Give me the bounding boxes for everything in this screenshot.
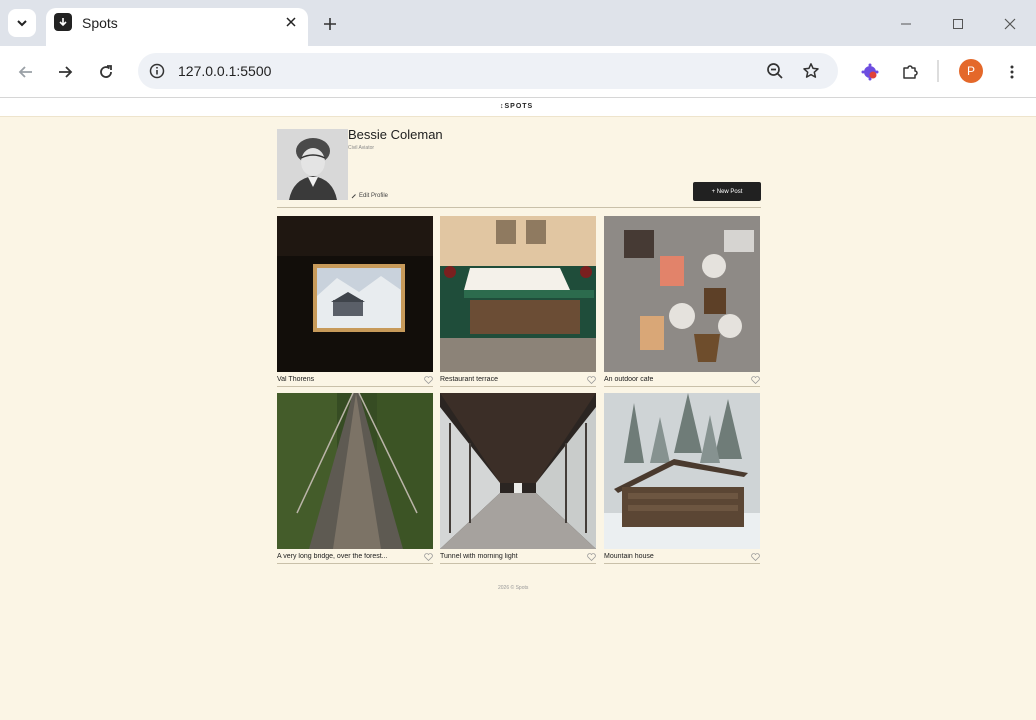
edit-profile-button[interactable]: Edit Profile: [351, 193, 388, 199]
info-icon: [149, 63, 165, 79]
profile-avatar-button[interactable]: P: [959, 59, 983, 83]
profile-name: Bessie Coleman: [348, 127, 443, 142]
card-divider: [277, 563, 433, 564]
new-post-button[interactable]: + New Post: [693, 182, 761, 201]
minimize-button[interactable]: [894, 12, 918, 36]
site-info-button[interactable]: [146, 60, 168, 82]
card-title: Val Thorens: [277, 376, 315, 383]
browser-toolbar: 127.0.0.1:5500 P: [0, 46, 1036, 98]
card-divider: [604, 386, 760, 387]
star-icon: [803, 63, 819, 78]
site-header: ↕SPOTS: [0, 99, 1036, 117]
extension-button[interactable]: [856, 58, 884, 86]
maximize-icon: [953, 19, 963, 29]
address-bar[interactable]: 127.0.0.1:5500: [138, 53, 838, 89]
arrow-right-icon: [59, 66, 73, 78]
toolbar-separator: [937, 60, 939, 82]
close-icon: [286, 17, 296, 27]
tab-close-button[interactable]: [282, 13, 300, 31]
chevron-down-icon: [17, 20, 27, 27]
card-image[interactable]: [440, 216, 596, 372]
profile-divider: [277, 207, 761, 208]
card-image[interactable]: [604, 393, 760, 549]
card-image[interactable]: [277, 393, 433, 549]
like-button[interactable]: [586, 375, 596, 385]
card-divider: [604, 563, 760, 564]
card-divider: [440, 386, 596, 387]
plus-icon: [324, 18, 336, 30]
profile-description: Civil Aviator: [348, 145, 375, 151]
like-button[interactable]: [423, 552, 433, 562]
like-button[interactable]: [750, 375, 760, 385]
site-footer: 2026 © Spots: [498, 585, 529, 591]
close-icon: [1004, 18, 1016, 30]
zoom-button[interactable]: [764, 60, 786, 82]
more-vert-icon: [1010, 65, 1014, 79]
new-tab-button[interactable]: [318, 12, 342, 36]
card-image[interactable]: [440, 393, 596, 549]
extension-badge-icon: [861, 63, 879, 81]
browser-menu-button[interactable]: [998, 58, 1026, 86]
profile-avatar: [277, 129, 348, 200]
card: Restaurant terrace: [440, 216, 596, 388]
heart-icon: [423, 553, 433, 561]
site-logo[interactable]: ↕SPOTS: [500, 103, 533, 110]
heart-icon: [586, 376, 596, 384]
back-button[interactable]: [12, 58, 40, 86]
zoom-out-icon: [767, 63, 783, 79]
extensions-menu-button[interactable]: [896, 58, 924, 86]
reload-button[interactable]: [92, 58, 120, 86]
pencil-icon: [351, 194, 356, 199]
card: A very long bridge, over the forest...: [277, 393, 433, 565]
tab-search-button[interactable]: [8, 9, 36, 37]
maximize-button[interactable]: [946, 12, 970, 36]
forward-button[interactable]: [51, 58, 79, 86]
card-title: A very long bridge, over the forest...: [277, 553, 388, 560]
card-image[interactable]: [277, 216, 433, 372]
page-viewport: ↕SPOTS Bessie Coleman Civil Aviator Edit…: [0, 99, 1036, 720]
arrow-left-icon: [18, 66, 32, 78]
tab-title: Spots: [82, 15, 118, 31]
profile-photo: [277, 129, 348, 200]
card-title: Mountain house: [604, 553, 654, 560]
card-title: Tunnel with morning light: [440, 553, 518, 560]
card-divider: [277, 386, 433, 387]
spots-favicon-icon: [54, 13, 72, 31]
card-divider: [440, 563, 596, 564]
heart-icon: [750, 376, 760, 384]
heart-icon: [586, 553, 596, 561]
heart-icon: [750, 553, 760, 561]
card: Val Thorens: [277, 216, 433, 388]
card: An outdoor cafe: [604, 216, 760, 388]
card-image[interactable]: [604, 216, 760, 372]
url-text: 127.0.0.1:5500: [178, 63, 272, 79]
like-button[interactable]: [586, 552, 596, 562]
heart-icon: [423, 376, 433, 384]
edit-profile-label: Edit Profile: [359, 193, 389, 199]
close-window-button[interactable]: [998, 12, 1022, 36]
browser-tab-strip: Spots: [0, 0, 1036, 46]
browser-tab[interactable]: Spots: [46, 8, 308, 46]
reload-icon: [100, 65, 112, 78]
card: Mountain house: [604, 393, 760, 565]
card-title: An outdoor cafe: [604, 376, 654, 383]
card: Tunnel with morning light: [440, 393, 596, 565]
like-button[interactable]: [750, 552, 760, 562]
card-title: Restaurant terrace: [440, 376, 498, 383]
minimize-icon: [901, 23, 911, 25]
like-button[interactable]: [423, 375, 433, 385]
bookmark-button[interactable]: [800, 60, 822, 82]
puzzle-icon: [903, 65, 918, 79]
